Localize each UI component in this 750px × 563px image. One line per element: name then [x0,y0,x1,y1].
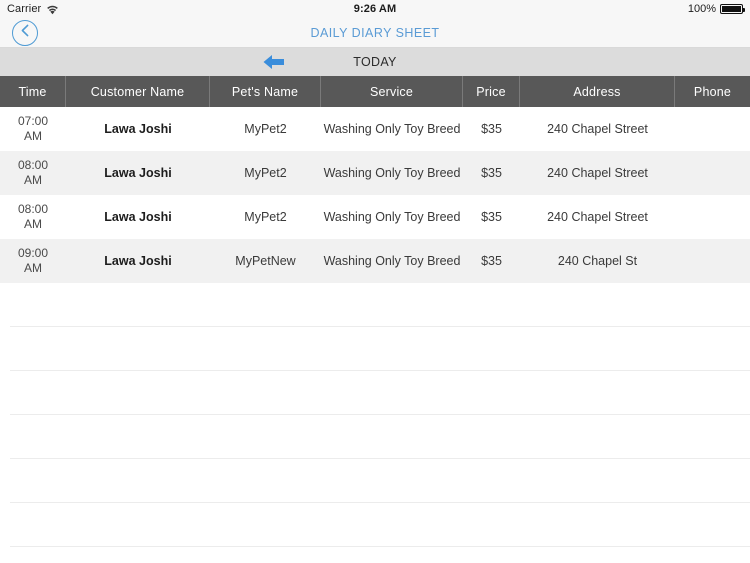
cell-service: Washing Only Toy Breed [323,209,461,224]
cell-pet: MyPet2 [244,121,287,136]
cell-price: $35 [481,209,502,224]
column-header-price[interactable]: Price [463,76,520,107]
cell-phone [675,239,750,283]
cell-price: $35 [481,165,502,180]
status-bar-clock: 9:26 AM [353,3,397,15]
battery-percent-label: 100% [687,3,716,15]
today-label: TODAY [353,55,397,69]
cell-price: $35 [481,121,502,136]
empty-row[interactable] [10,459,750,503]
cell-service: Washing Only Toy Breed [323,165,461,180]
status-bar: Carrier 9:26 AM 100% [0,0,750,18]
cell-pet: MyPetNew [235,253,296,268]
column-header-pet[interactable]: Pet's Name [210,76,321,107]
status-bar-right: 100% [687,3,745,15]
table-header-row: Time Customer Name Pet's Name Service Pr… [0,76,750,107]
column-header-service[interactable]: Service [321,76,463,107]
empty-row[interactable] [10,283,750,327]
cell-price: $35 [481,253,502,268]
cell-phone [675,151,750,195]
page-title: DAILY DIARY SHEET [310,25,440,40]
cell-customer: Lawa Joshi [104,121,172,136]
empty-rows-area [0,283,750,547]
column-header-time[interactable]: Time [0,76,66,107]
diary-table: Time Customer Name Pet's Name Service Pr… [0,76,750,547]
table-row[interactable]: 09:00 AM Lawa Joshi MyPetNew Washing Only T… [0,239,750,283]
cell-service: Washing Only Toy Breed [323,253,461,268]
cell-customer: Lawa Joshi [104,209,172,224]
cell-phone [675,107,750,151]
cell-phone [675,195,750,239]
column-header-address[interactable]: Address [520,76,675,107]
today-bar: TODAY [0,48,750,76]
cell-address: 240 Chapel Street [547,165,648,180]
battery-full-icon [720,4,745,14]
table-row[interactable]: 07:00 AM Lawa Joshi MyPet2 Washing Only Toy… [0,107,750,151]
table-body: 07:00 AM Lawa Joshi MyPet2 Washing Only Toy… [0,107,750,283]
cell-time: 09:00 AM [17,246,49,275]
cell-address: 240 Chapel Street [547,121,648,136]
cell-time: 08:00 AM [17,158,49,187]
cell-customer: Lawa Joshi [104,253,172,268]
empty-row[interactable] [10,415,750,459]
cell-time: 08:00 AM [17,202,49,231]
cell-address: 240 Chapel Street [547,209,648,224]
column-header-customer[interactable]: Customer Name [66,76,210,107]
cell-pet: MyPet2 [244,209,287,224]
navigation-bar: DAILY DIARY SHEET [0,18,750,48]
cell-service: Washing Only Toy Breed [323,121,461,136]
cell-address: 240 Chapel St [557,253,638,268]
empty-row[interactable] [10,327,750,371]
cell-time: 07:00 AM [17,114,49,143]
previous-day-button[interactable] [262,53,292,71]
cell-customer: Lawa Joshi [104,165,172,180]
cell-pet: MyPet2 [244,165,287,180]
empty-row[interactable] [10,371,750,415]
table-row[interactable]: 08:00 AM Lawa Joshi MyPet2 Washing Only Toy… [0,195,750,239]
empty-row[interactable] [10,503,750,547]
column-header-phone[interactable]: Phone [675,76,750,107]
table-row[interactable]: 08:00 AM Lawa Joshi MyPet2 Washing Only Toy… [0,151,750,195]
